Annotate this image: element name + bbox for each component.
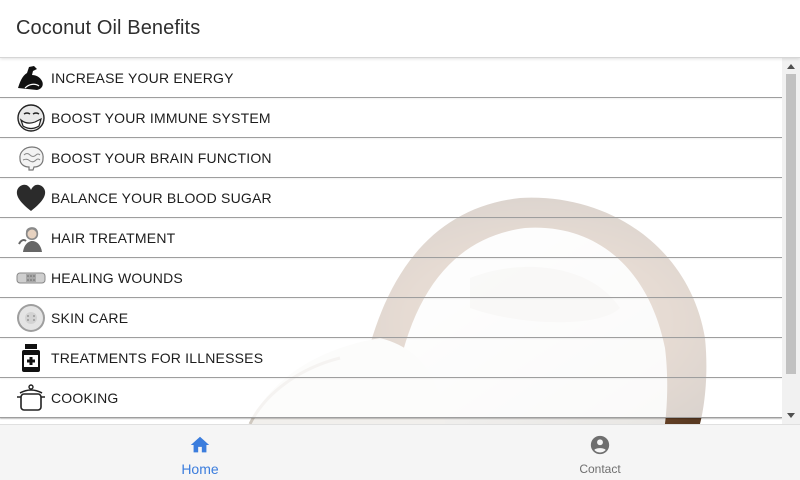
nav-home[interactable]: Home <box>0 425 400 480</box>
scroll-up-arrow-icon[interactable] <box>787 64 795 69</box>
list-item-brain-function[interactable]: BOOST YOUR BRAIN FUNCTION <box>0 138 782 178</box>
content-area[interactable]: INCREASE YOUR ENERGY BOOST YOUR IMMUNE S… <box>0 58 800 424</box>
account-circle-icon <box>590 435 610 455</box>
scroll-down-arrow-icon[interactable] <box>787 413 795 418</box>
list-item-immune-system[interactable]: BOOST YOUR IMMUNE SYSTEM <box>0 98 782 138</box>
hair-person-icon <box>14 221 48 255</box>
flexed-arm-icon <box>14 61 48 95</box>
list-item-label: HEALING WOUNDS <box>51 269 183 286</box>
vertical-scrollbar[interactable] <box>782 58 800 424</box>
list-item-label: BOOST YOUR BRAIN FUNCTION <box>51 149 272 166</box>
medicine-bottle-icon <box>14 341 48 375</box>
cooking-pot-icon <box>14 381 48 415</box>
cucumber-slice-icon <box>14 301 48 335</box>
list-item-label: HAIR TREATMENT <box>51 229 176 246</box>
nav-contact-label: Contact <box>579 462 621 476</box>
list-item-healing-wounds[interactable]: HEALING WOUNDS <box>0 258 782 298</box>
list-item-treatments-illnesses[interactable]: TREATMENTS FOR ILLNESSES <box>0 338 782 378</box>
brain-icon <box>14 141 48 175</box>
bandage-icon <box>14 261 48 295</box>
app-window: Coconut Oil Benefits INCREASE YOUR ENERG… <box>0 0 800 480</box>
sneezing-face-icon <box>14 101 48 135</box>
app-header: Coconut Oil Benefits <box>0 0 800 58</box>
list-item-label: INCREASE YOUR ENERGY <box>51 69 234 86</box>
page-title: Coconut Oil Benefits <box>16 17 201 39</box>
list-item-label: BALANCE YOUR BLOOD SUGAR <box>51 189 272 206</box>
list-item-label: SKIN CARE <box>51 309 129 326</box>
list-item-blood-sugar[interactable]: BALANCE YOUR BLOOD SUGAR <box>0 178 782 218</box>
bottom-navigation: Home Contact <box>0 424 800 480</box>
list-item-cooking[interactable]: COOKING <box>0 378 782 418</box>
benefits-list: INCREASE YOUR ENERGY BOOST YOUR IMMUNE S… <box>0 58 782 418</box>
home-icon <box>190 436 210 453</box>
list-item-hair-treatment[interactable]: HAIR TREATMENT <box>0 218 782 258</box>
nav-contact[interactable]: Contact <box>400 425 800 480</box>
list-item-skin-care[interactable]: SKIN CARE <box>0 298 782 338</box>
list-item-label: COOKING <box>51 389 119 406</box>
list-item-increase-energy[interactable]: INCREASE YOUR ENERGY <box>0 58 782 98</box>
list-item-label: BOOST YOUR IMMUNE SYSTEM <box>51 109 271 126</box>
list-item-label: TREATMENTS FOR ILLNESSES <box>51 349 264 366</box>
scrollbar-thumb[interactable] <box>786 74 796 374</box>
nav-home-label: Home <box>181 461 219 477</box>
heart-icon <box>14 181 48 215</box>
